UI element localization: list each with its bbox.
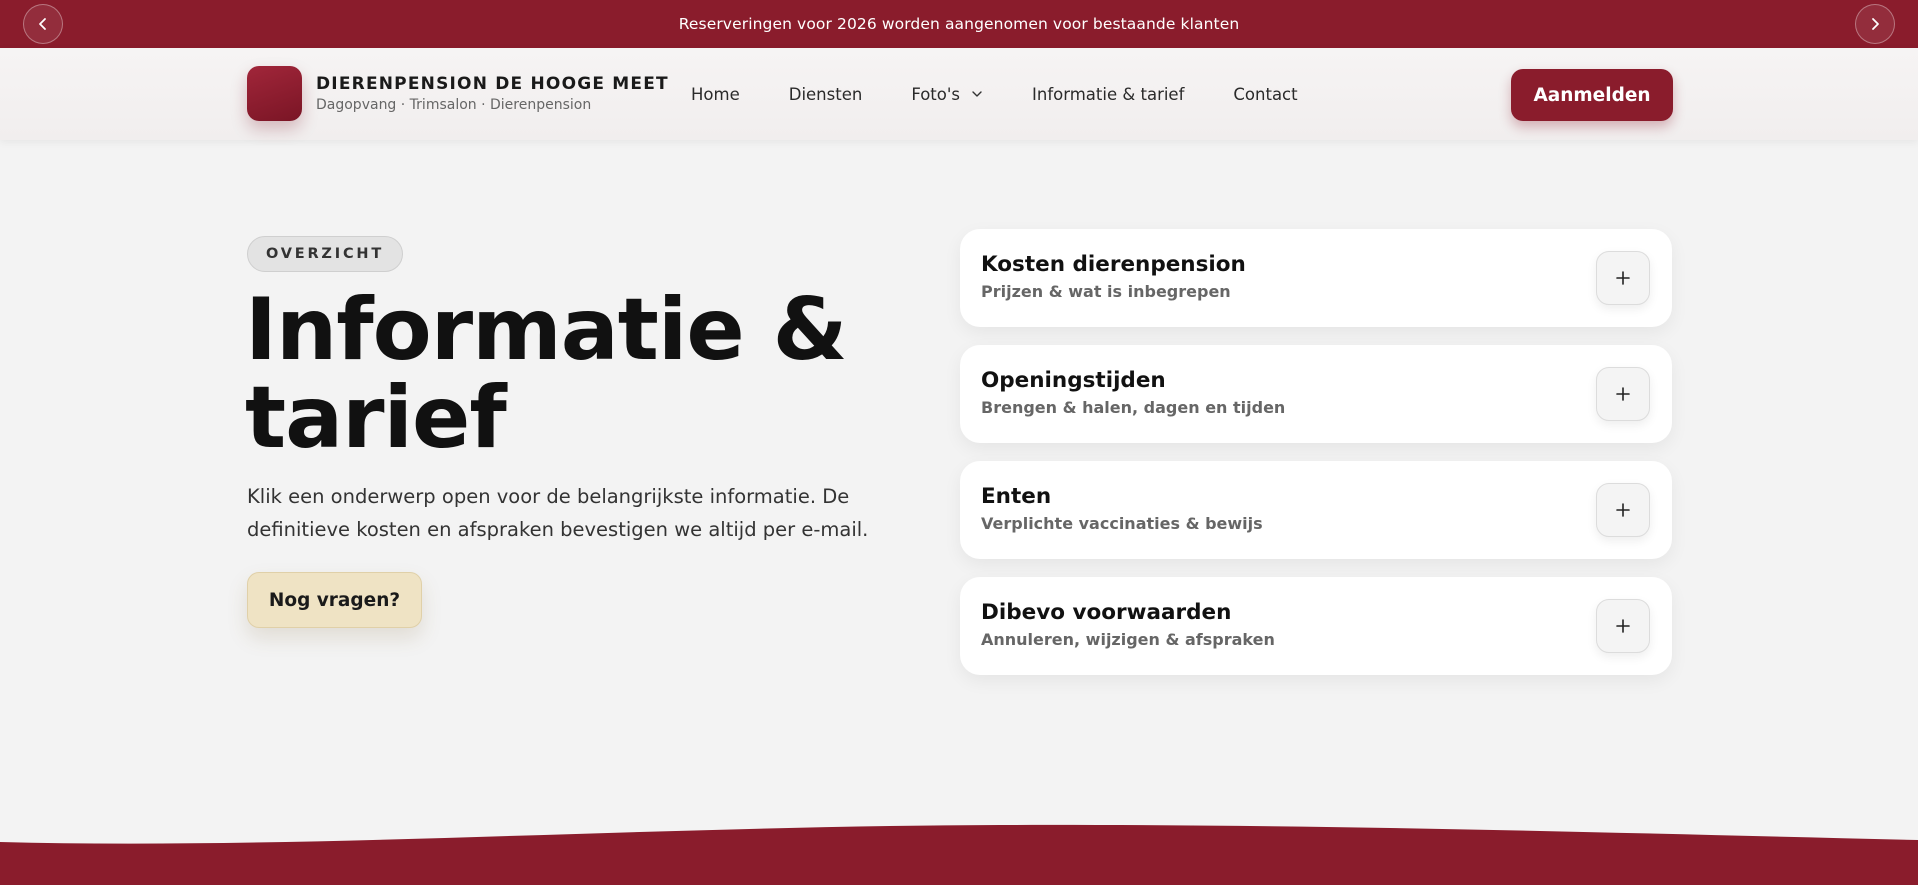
- nav-item-diensten[interactable]: Diensten: [789, 85, 863, 104]
- nav-item-informatie-tarief[interactable]: Informatie & tarief: [1032, 85, 1184, 104]
- accordion-item-openingstijden[interactable]: Openingstijden Brengen & halen, dagen en…: [960, 345, 1672, 443]
- nav-item-contact[interactable]: Contact: [1233, 85, 1297, 104]
- accordion-item-enten[interactable]: Enten Verplichte vaccinaties & bewijs: [960, 461, 1672, 559]
- page-title-line-2: tarief: [245, 368, 507, 468]
- accordion-item-title: Kosten dierenpension: [981, 252, 1246, 277]
- brand-logo: [247, 66, 302, 121]
- nav-item-label: Informatie & tarief: [1032, 84, 1185, 104]
- accordion-item-dibevo[interactable]: Dibevo voorwaarden Annuleren, wijzigen &…: [960, 577, 1672, 675]
- intro-text: Klik een onderwerp open voor de belangri…: [247, 485, 869, 541]
- nav-item-label: Foto's: [911, 84, 961, 104]
- brand-text: DIERENPENSION DE HOOGE MEET Dagopvang · …: [316, 74, 669, 113]
- accordion-item-subtitle: Prijzen & wat is inbegrepen: [981, 282, 1231, 301]
- nav-item-home[interactable]: Home: [691, 85, 740, 104]
- footer-wave: [0, 824, 1918, 885]
- chevron-down-icon: [972, 91, 982, 97]
- nav-item-label: Home: [691, 84, 740, 104]
- announcement-prev-button[interactable]: [23, 4, 63, 44]
- page-title-line-1: Informatie &: [245, 280, 848, 380]
- announcement-next-button[interactable]: [1855, 4, 1895, 44]
- chevron-left-icon: [39, 18, 46, 30]
- nav-item-fotos[interactable]: Foto's: [911, 85, 983, 104]
- accordion-item-kosten[interactable]: Kosten dierenpension Prijzen & wat is in…: [960, 229, 1672, 327]
- accordion-item-subtitle: Brengen & halen, dagen en tijden: [981, 398, 1286, 417]
- brand-link[interactable]: DIERENPENSION DE HOOGE MEET Dagopvang · …: [247, 66, 669, 121]
- accordion-item-title: Dibevo voorwaarden: [981, 600, 1232, 625]
- brand-name: DIERENPENSION DE HOOGE MEET: [316, 74, 669, 94]
- info-accordion: Kosten dierenpension Prijzen & wat is in…: [960, 229, 1672, 693]
- chevron-right-icon: [1872, 18, 1879, 30]
- accordion-toggle-button[interactable]: [1596, 367, 1650, 421]
- questions-button[interactable]: Nog vragen?: [247, 572, 422, 628]
- brand-tagline: Dagopvang · Trimsalon · Dierenpension: [316, 97, 592, 113]
- accordion-toggle-button[interactable]: [1596, 483, 1650, 537]
- eyebrow-badge: OVERZICHT: [247, 236, 404, 272]
- announcement-bar: Reserveringen voor 2026 worden aangenome…: [0, 0, 1918, 48]
- accordion-item-title: Openingstijden: [981, 368, 1166, 393]
- nav-item-label: Diensten: [788, 84, 863, 104]
- accordion-item-subtitle: Annuleren, wijzigen & afspraken: [981, 630, 1275, 649]
- nav-item-label: Contact: [1233, 84, 1298, 104]
- plus-icon: [1616, 271, 1630, 285]
- accordion-toggle-button[interactable]: [1596, 251, 1650, 305]
- site-header: DIERENPENSION DE HOOGE MEET Dagopvang · …: [0, 48, 1918, 140]
- accordion-toggle-button[interactable]: [1596, 599, 1650, 653]
- plus-icon: [1616, 619, 1630, 633]
- plus-icon: [1616, 503, 1630, 517]
- main-nav: Home Diensten Foto's Informatie & tarief…: [691, 48, 1347, 140]
- page-title: Informatie & tarief: [245, 286, 865, 462]
- accordion-item-subtitle: Verplichte vaccinaties & bewijs: [981, 514, 1263, 533]
- plus-icon: [1616, 387, 1630, 401]
- accordion-item-title: Enten: [981, 484, 1052, 509]
- announcement-text: Reserveringen voor 2026 worden aangenome…: [678, 15, 1240, 33]
- signup-button[interactable]: Aanmelden: [1511, 69, 1673, 121]
